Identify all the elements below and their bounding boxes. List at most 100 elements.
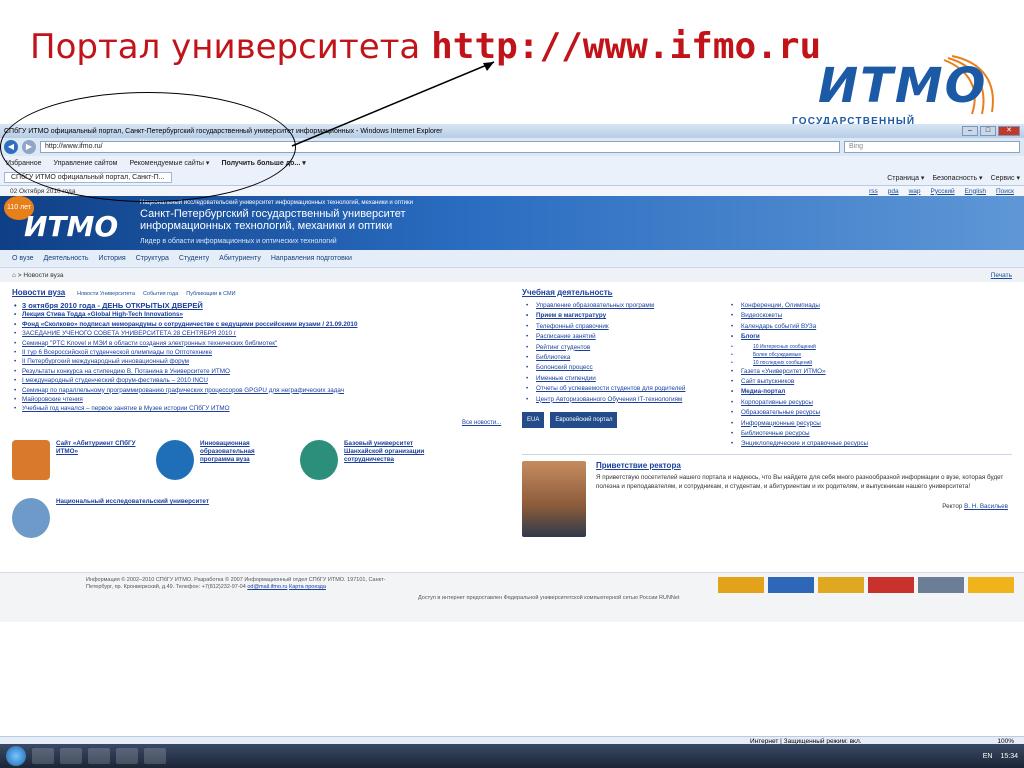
list-item[interactable]: Энциклопедические и справочные ресурсы xyxy=(727,439,1007,450)
list-item[interactable]: Более обсуждаемые xyxy=(727,351,1007,359)
news-tab-events[interactable]: События года xyxy=(143,291,178,297)
footer-email-link[interactable]: od@mail.ifmo.ru xyxy=(247,584,287,590)
counter-badge[interactable] xyxy=(818,577,864,593)
list-item[interactable]: ЗАСЕДАНИЕ УЧЕНОГО СОВЕТА УНИВЕРСИТЕТА 28… xyxy=(12,329,502,339)
promo-abiturient-text[interactable]: Сайт «Абитуриент СПбГУ ИТМО» xyxy=(56,440,142,456)
footer-map-link[interactable]: Карта проезда xyxy=(289,584,326,590)
minimize-icon[interactable]: – xyxy=(962,126,978,136)
all-news-link[interactable]: Все новости... xyxy=(462,420,501,426)
list-item[interactable]: Результаты конкурса на стипендию В. Пота… xyxy=(12,367,502,377)
list-item[interactable]: Майоровские чтения xyxy=(12,395,502,405)
list-item[interactable]: Центр Авторизованного Обучения IT-технол… xyxy=(522,395,717,406)
list-item[interactable]: I международный студенческий форум-фести… xyxy=(12,376,502,386)
list-item[interactable]: Информационные ресурсы xyxy=(727,419,1007,430)
nav-history[interactable]: История xyxy=(99,255,126,262)
nav-structure[interactable]: Структура xyxy=(136,255,169,262)
page-menu[interactable]: Страница ▾ xyxy=(887,174,924,182)
list-item[interactable]: Прием в магистратуру xyxy=(522,311,717,322)
list-item[interactable]: Управление образовательных программ xyxy=(522,301,717,312)
list-item[interactable]: Газета «Университет ИТМО» xyxy=(727,367,1007,378)
footer-info-text: Информация © 2002–2010 СПбГУ ИТМО. Разра… xyxy=(86,577,386,591)
promo-national-text[interactable]: Национальный исследовательский университ… xyxy=(56,498,209,538)
list-item[interactable]: Болонский процесс xyxy=(522,363,717,374)
list-item[interactable]: Семинар по параллельному программировани… xyxy=(12,386,502,396)
list-item[interactable]: Фонд «Сколково» подписал меморандумы о с… xyxy=(12,320,502,330)
promo-innovation-text[interactable]: Инновационная образовательная программа … xyxy=(200,440,286,464)
list-item[interactable]: Лекция Стива Тодда «Global High-Tech Inn… xyxy=(12,310,502,320)
close-icon[interactable]: ✕ xyxy=(998,126,1020,136)
promo-sco[interactable]: Базовый университет Шанхайской организац… xyxy=(300,440,430,480)
list-item[interactable]: Рейтинг студентов xyxy=(522,343,717,354)
rector-name-link[interactable]: В. Н. Васильев xyxy=(964,503,1008,510)
news-tab-university[interactable]: Новости Университета xyxy=(77,291,135,297)
list-item[interactable]: Именные стипендии xyxy=(522,374,717,385)
rss-link[interactable]: rss xyxy=(869,188,878,195)
nav-student[interactable]: Студенту xyxy=(179,255,209,262)
wap-link[interactable]: wap xyxy=(909,188,921,195)
taskbar-item[interactable] xyxy=(144,748,166,764)
list-item[interactable]: Сайт выпускников xyxy=(727,377,1007,388)
promo-national[interactable]: Национальный исследовательский университ… xyxy=(12,498,209,538)
start-button[interactable] xyxy=(6,746,26,766)
list-item[interactable]: Учебный год начался – первое занятие в М… xyxy=(12,404,502,414)
print-link[interactable]: Печать xyxy=(991,272,1012,279)
counter-badge[interactable] xyxy=(868,577,914,593)
taskbar-item[interactable] xyxy=(32,748,54,764)
list-item[interactable]: Корпоративные ресурсы xyxy=(727,398,1007,409)
eua-banners: EUA Европейский портал xyxy=(522,412,618,428)
list-item[interactable]: Календарь событий ВУЗа xyxy=(727,322,1007,333)
taskbar-item[interactable] xyxy=(88,748,110,764)
list-item[interactable]: Библиотечные ресурсы xyxy=(727,429,1007,440)
nav-programs[interactable]: Направления подготовки xyxy=(271,255,352,262)
language-indicator[interactable]: EN xyxy=(983,753,993,760)
study-list-right: Конференции, Олимпиады Видеосюжеты Кален… xyxy=(727,301,1007,450)
counter-badge[interactable] xyxy=(768,577,814,593)
news-heading[interactable]: Новости вуза xyxy=(12,288,65,297)
promo-innovation[interactable]: Инновационная образовательная программа … xyxy=(156,440,286,480)
list-item[interactable]: II тур 6 Всероссийской студенческой олим… xyxy=(12,348,502,358)
counter-badge[interactable] xyxy=(918,577,964,593)
list-item[interactable]: Телефонный справочник xyxy=(522,322,717,333)
site-logo[interactable]: ИТМО xyxy=(24,210,118,243)
eua-banner[interactable]: EUA xyxy=(522,412,545,428)
home-icon[interactable]: ⌂ > xyxy=(12,272,23,279)
list-item[interactable]: Образовательные ресурсы xyxy=(727,408,1007,419)
list-item[interactable]: Блоги xyxy=(727,332,1007,343)
search-link[interactable]: Поиск xyxy=(996,188,1014,195)
euro-portal-banner[interactable]: Европейский портал xyxy=(550,412,618,428)
uni-name-line1: Национальный исследовательский университ… xyxy=(140,200,414,206)
counter-badge[interactable] xyxy=(718,577,764,593)
list-item[interactable]: 10 последних сообщений xyxy=(727,359,1007,367)
list-item[interactable]: 10 Интересных сообщений xyxy=(727,343,1007,351)
russian-link[interactable]: Русский xyxy=(931,188,955,195)
list-item[interactable]: Видеосюжеты xyxy=(727,311,1007,322)
slide-title-text: Портал университета xyxy=(30,27,421,67)
promo-sco-text[interactable]: Базовый университет Шанхайской организац… xyxy=(344,440,430,464)
english-link[interactable]: English xyxy=(965,188,986,195)
taskbar-item[interactable] xyxy=(60,748,82,764)
promo-abiturient[interactable]: Сайт «Абитуриент СПбГУ ИТМО» xyxy=(12,440,142,480)
rector-title[interactable]: Приветствие ректора xyxy=(596,461,681,470)
list-item[interactable]: Медиа-портал xyxy=(727,387,1007,398)
maximize-icon[interactable]: □ xyxy=(980,126,996,136)
tools-menu[interactable]: Сервис ▾ xyxy=(991,174,1020,182)
list-item[interactable]: II Петербургский международный инновацио… xyxy=(12,357,502,367)
search-input[interactable]: Bing xyxy=(844,141,1020,153)
list-item[interactable]: Семинар "PTC Knovel и МЭИ в области созд… xyxy=(12,339,502,349)
taskbar-item[interactable] xyxy=(116,748,138,764)
list-item[interactable]: Отчеты об успеваемости студентов для род… xyxy=(522,384,717,395)
list-item[interactable]: Библиотека xyxy=(522,353,717,364)
study-heading[interactable]: Учебная деятельность xyxy=(522,288,613,297)
news-tab-press[interactable]: Публикации в СМИ xyxy=(186,291,235,297)
safety-menu[interactable]: Безопасность ▾ xyxy=(932,174,982,182)
list-item[interactable]: Конференции, Олимпиады xyxy=(727,301,1007,312)
clock[interactable]: 15:34 xyxy=(1000,753,1018,760)
list-item[interactable]: 3 октября 2010 года - ДЕНЬ ОТКРЫТЫХ ДВЕР… xyxy=(12,301,502,311)
counter-badges xyxy=(718,577,1014,593)
pda-link[interactable]: pda xyxy=(888,188,899,195)
nav-about[interactable]: О вузе xyxy=(12,255,33,262)
nav-activity[interactable]: Деятельность xyxy=(43,255,88,262)
nav-applicant[interactable]: Абитуриенту xyxy=(219,255,261,262)
list-item[interactable]: Расписание занятий xyxy=(522,332,717,343)
counter-badge[interactable] xyxy=(968,577,1014,593)
